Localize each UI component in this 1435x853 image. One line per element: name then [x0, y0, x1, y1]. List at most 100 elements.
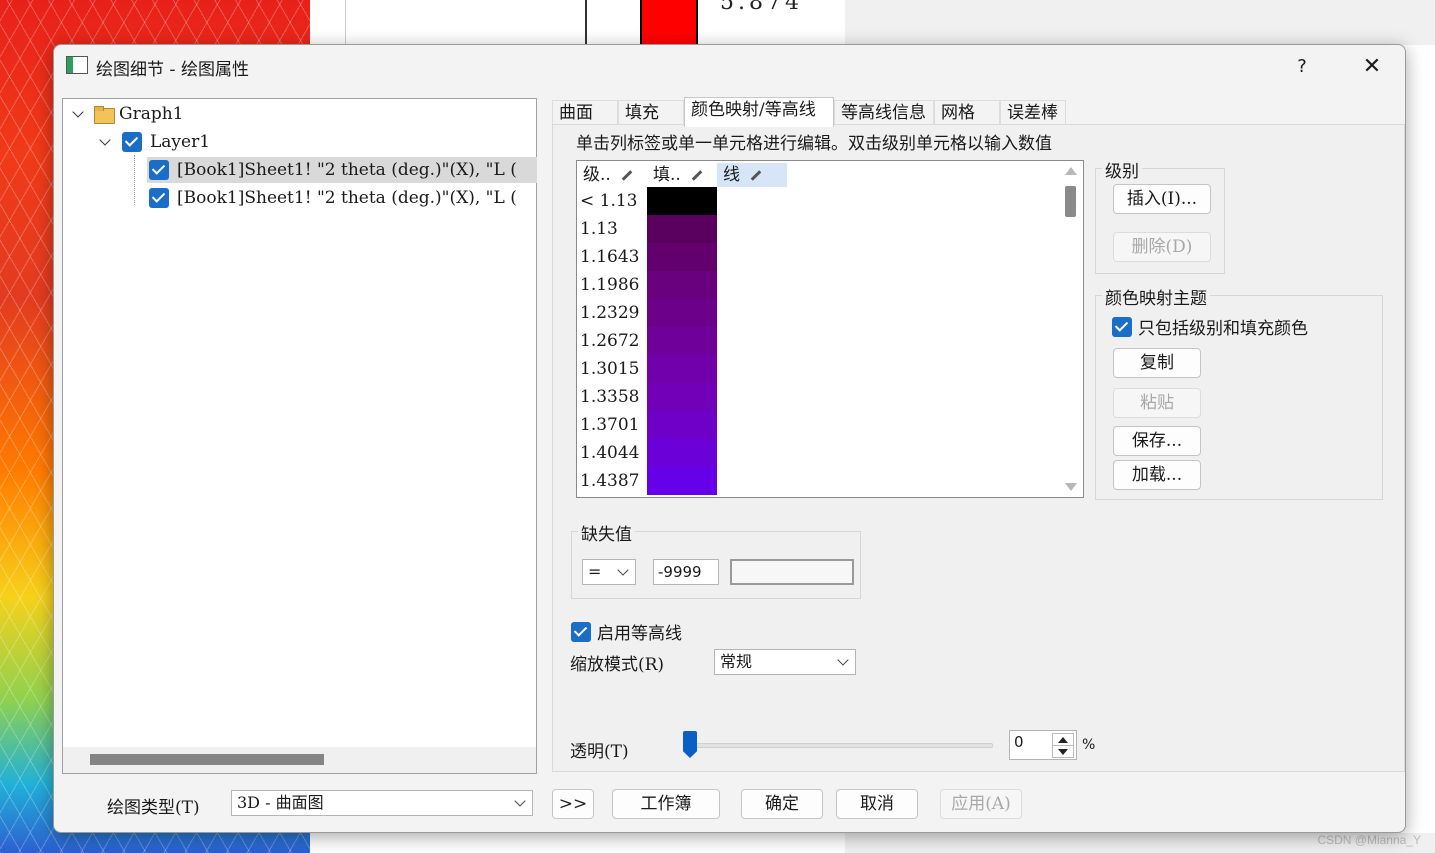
fill-color-cell[interactable]: [647, 327, 717, 355]
scale-mode-label: 缩放模式(R): [570, 655, 665, 675]
scale-mode-value: 常规: [720, 652, 753, 671]
tree-node-plot-1-label: [Book1]Sheet1! "2 theta (deg.)"(X), "L (: [177, 160, 517, 180]
scroll-up-icon[interactable]: [1065, 167, 1077, 175]
transparency-spinbox[interactable]: 0: [1009, 730, 1077, 760]
scale-mode-select[interactable]: 常规: [714, 649, 856, 675]
level-cell[interactable]: 1.1986: [580, 271, 639, 299]
grid-vertical-scrollbar[interactable]: [1059, 161, 1083, 497]
edit-hint: 单击列标签或单一单元格进行编辑。双击级别单元格以输入数值: [576, 134, 1052, 154]
level-cell[interactable]: 1.1643: [580, 243, 639, 271]
fill-color-cell[interactable]: [647, 411, 717, 439]
cancel-button[interactable]: 取消: [836, 789, 918, 819]
save-theme-button[interactable]: 保存...: [1113, 426, 1201, 456]
close-button[interactable]: ✕: [1352, 51, 1392, 83]
tab-error-bar[interactable]: 误差棒: [1000, 100, 1066, 126]
tree-node-plot-1[interactable]: [Book1]Sheet1! "2 theta (deg.)"(X), "L (: [147, 157, 537, 183]
fill-color-cell[interactable]: [647, 243, 717, 271]
tree-connector: [134, 155, 135, 205]
level-cell[interactable]: 1.3358: [580, 383, 639, 411]
color-scale-value: 5.874: [720, 0, 803, 15]
layer-checkbox[interactable]: [122, 132, 142, 152]
transparency-label: 透明(T): [570, 742, 629, 762]
help-button[interactable]: ?: [1290, 53, 1314, 81]
level-cell[interactable]: 1.2329: [580, 299, 639, 327]
fill-color-cell[interactable]: [647, 355, 717, 383]
paste-theme-button[interactable]: 粘贴: [1113, 388, 1201, 418]
chevron-down-icon: [514, 795, 526, 807]
percent-unit: %: [1082, 737, 1096, 753]
chevron-down-icon[interactable]: [98, 134, 114, 150]
insert-level-button[interactable]: 插入(I)...: [1113, 184, 1211, 214]
expand-button[interactable]: >>: [552, 789, 594, 819]
spin-down-icon[interactable]: [1053, 746, 1073, 758]
fill-color-cell[interactable]: [647, 187, 717, 215]
include-levels-fill-checkbox[interactable]: 只包括级别和填充颜色: [1112, 314, 1308, 339]
missing-color-field[interactable]: [730, 559, 854, 585]
tree-node-plot-2-label: [Book1]Sheet1! "2 theta (deg.)"(X), "L (: [177, 188, 517, 208]
level-cell[interactable]: 1.4387: [580, 467, 639, 495]
enable-contour-checkbox[interactable]: 启用等高线: [571, 619, 682, 644]
apply-button[interactable]: 应用(A): [940, 789, 1022, 819]
levels-group: 级别 插入(I)... 删除(D): [1095, 157, 1225, 274]
plot-tree[interactable]: Graph1 Layer1 [Book1]Sheet1! "2 theta (d…: [62, 98, 537, 774]
tree-node-plot-2[interactable]: [Book1]Sheet1! "2 theta (deg.)"(X), "L (: [147, 185, 537, 211]
transparency-slider-track[interactable]: [683, 743, 993, 748]
plot-2-checkbox[interactable]: [149, 188, 169, 208]
workbook-button[interactable]: 工作簿: [612, 789, 720, 819]
tree-node-layer[interactable]: Layer1: [98, 129, 210, 155]
fill-color-cell[interactable]: [647, 271, 717, 299]
copy-theme-button[interactable]: 复制: [1113, 348, 1201, 378]
fill-color-cell[interactable]: [647, 467, 717, 495]
scrollbar-thumb[interactable]: [90, 754, 324, 765]
level-cell[interactable]: < 1.13: [580, 187, 638, 215]
tree-horizontal-scrollbar[interactable]: [63, 747, 536, 773]
delete-level-button[interactable]: 删除(D): [1113, 232, 1211, 262]
colormap-theme-group: 颜色映射主题 只包括级别和填充颜色 复制 粘贴 保存... 加载...: [1095, 284, 1383, 500]
tab-colormap-contours[interactable]: 颜色映射/等高线: [684, 97, 834, 127]
fill-color-cell[interactable]: [647, 439, 717, 467]
tab-fill[interactable]: 填充: [618, 100, 684, 126]
tab-surface[interactable]: 曲面: [552, 100, 618, 126]
spin-up-icon[interactable]: [1053, 734, 1073, 746]
column-header-level-label: 级..: [583, 165, 611, 185]
chevron-down-icon[interactable]: [71, 106, 87, 122]
tab-mesh[interactable]: 网格: [934, 100, 1000, 126]
scroll-down-icon[interactable]: [1065, 483, 1077, 491]
fill-color-cell[interactable]: [647, 215, 717, 243]
title-bar[interactable]: 绘图细节 - 绘图属性 ? ✕: [54, 45, 1405, 89]
transparency-slider-thumb[interactable]: [683, 731, 697, 758]
level-cell[interactable]: 1.3015: [580, 355, 639, 383]
column-header-level[interactable]: 级..: [577, 163, 647, 187]
levels-group-label: 级别: [1102, 157, 1142, 182]
missing-value-input[interactable]: -9999: [653, 559, 719, 585]
fill-color-cell[interactable]: [647, 299, 717, 327]
checkbox-checked-icon: [1112, 316, 1132, 337]
load-theme-button[interactable]: 加载...: [1113, 460, 1201, 490]
level-cell[interactable]: 1.3701: [580, 411, 639, 439]
colormap-theme-label: 颜色映射主题: [1102, 284, 1210, 309]
colormap-grid[interactable]: 级.. 填.. 线 < 1.13 1.13 1.1643 1.1986 1.2329 1.…: [576, 160, 1084, 498]
fill-color-cell[interactable]: [647, 383, 717, 411]
missing-value-label: 缺失值: [578, 520, 635, 545]
tab-contour-info[interactable]: 等高线信息: [834, 100, 934, 126]
plot-type-select[interactable]: 3D - 曲面图: [231, 790, 533, 816]
missing-value-group: 缺失值 = -9999: [571, 520, 861, 599]
watermark: CSDN @Mianna_Y: [1317, 833, 1421, 847]
plot-gridline: [345, 0, 346, 45]
plot-1-checkbox[interactable]: [149, 160, 169, 180]
ok-button[interactable]: 确定: [741, 789, 823, 819]
level-cell[interactable]: 1.2672: [580, 327, 639, 355]
level-cell[interactable]: 1.4044: [580, 439, 639, 467]
column-header-fill[interactable]: 填..: [647, 163, 717, 187]
checkbox-checked-icon: [571, 621, 591, 642]
spin-buttons: [1052, 733, 1074, 758]
missing-operator-value: =: [588, 562, 602, 581]
missing-operator-select[interactable]: =: [582, 559, 636, 585]
level-cell[interactable]: 1.13: [580, 215, 618, 243]
transparency-value: 0: [1014, 733, 1024, 751]
folder-icon: [93, 105, 115, 124]
scrollbar-thumb[interactable]: [1065, 186, 1076, 217]
include-levels-fill-label: 只包括级别和填充颜色: [1138, 319, 1308, 339]
column-header-line[interactable]: 线: [717, 163, 787, 187]
tree-node-graph[interactable]: Graph1: [71, 101, 184, 127]
